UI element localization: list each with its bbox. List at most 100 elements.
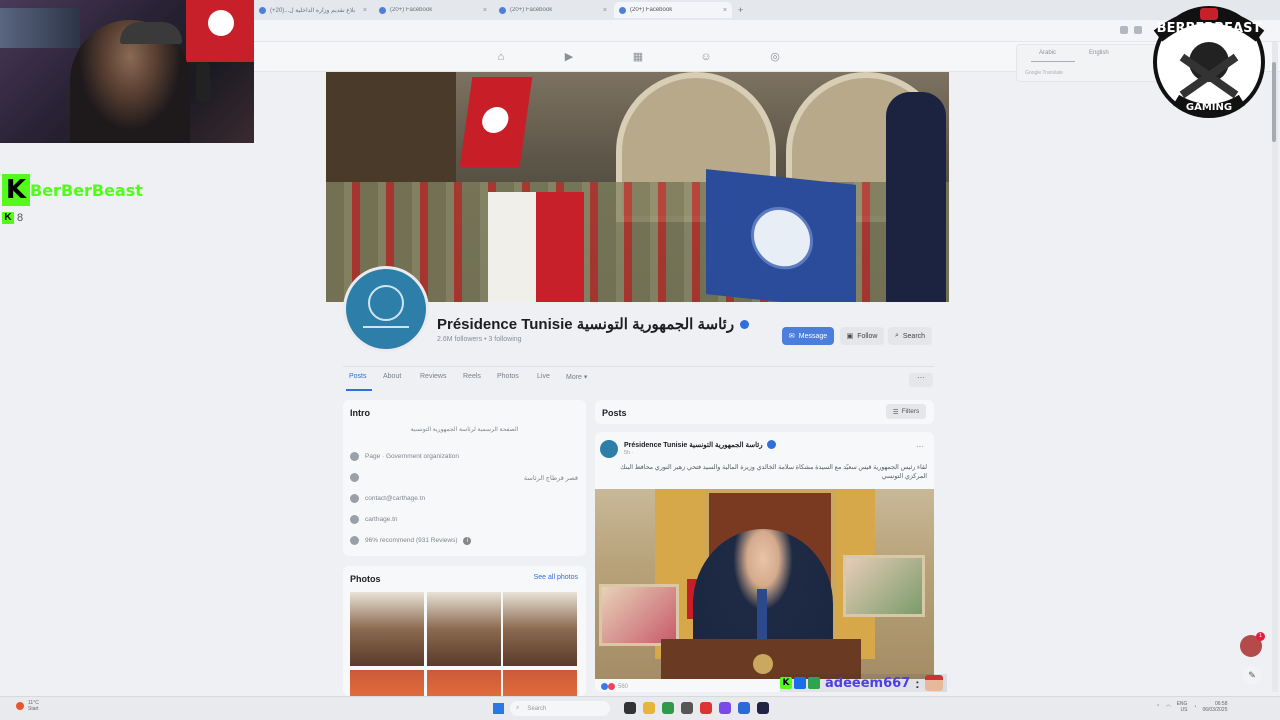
new-tab-button[interactable]: + (738, 5, 743, 15)
chrome-icon[interactable] (662, 702, 674, 714)
page-scrollbar[interactable] (1272, 42, 1278, 692)
sub-badge-icon (794, 677, 806, 689)
tab-live[interactable]: Live (537, 373, 550, 380)
app-icon[interactable] (738, 702, 750, 714)
chat-head-avatar[interactable]: 1 (1240, 632, 1265, 657)
profile-icon[interactable] (1134, 26, 1142, 34)
profile-avatar[interactable] (343, 266, 429, 352)
info-circle-icon[interactable]: i (463, 536, 472, 545)
browser-tab-4-active[interactable]: (20+) Facebook × (614, 2, 732, 18)
more-options-button[interactable]: ··· (909, 373, 933, 387)
facebook-icon (379, 6, 386, 14)
post-options-button[interactable]: ··· (916, 442, 924, 451)
clock[interactable]: 06:58 06/03/2025 (1202, 701, 1227, 713)
steam-icon[interactable] (757, 702, 769, 714)
cover-flag (459, 77, 533, 167)
close-tab-icon[interactable]: × (603, 7, 607, 14)
berberbeast-gaming-logo: BERBERBEAST GAMING (1153, 6, 1265, 118)
translate-arabic-option[interactable]: Arabic (1039, 50, 1056, 56)
viewer-count: K 8 (2, 212, 23, 224)
tab-reels[interactable]: Reels (463, 373, 481, 380)
close-tab-icon[interactable]: × (363, 7, 367, 14)
tab-more[interactable]: More ▾ (566, 373, 587, 381)
gaming-icon[interactable]: ◎ (768, 50, 782, 64)
home-icon[interactable]: ⌂ (494, 50, 508, 64)
tunisia-flag (186, 0, 254, 62)
kick-badge-icon: K (780, 677, 792, 689)
tab-posts[interactable]: Posts (349, 373, 367, 380)
photo-thumbnail[interactable] (427, 670, 501, 696)
search-button[interactable]: ⌕ Search (888, 327, 932, 345)
app-icon[interactable] (681, 702, 693, 714)
photo-thumbnail[interactable] (503, 670, 577, 696)
translate-english-option[interactable]: English (1089, 50, 1109, 56)
video-icon[interactable]: ▶ (562, 50, 576, 64)
weather-icon (16, 702, 24, 710)
new-message-button[interactable]: ✎ (1243, 666, 1261, 684)
kick-icon: K (2, 212, 14, 224)
terminal-app-icon[interactable] (624, 702, 636, 714)
emote-icon (924, 675, 943, 691)
browser-tab-3[interactable]: (20+) Facebook × (494, 2, 612, 18)
close-tab-icon[interactable]: × (723, 7, 727, 14)
extension-icon[interactable] (1120, 26, 1128, 34)
close-tab-icon[interactable]: × (483, 7, 487, 14)
windows-taskbar: 11°C Start ⌕ Search ⌃ ◠ ENG US ◔ 06:58 06/03… (0, 696, 1280, 720)
windows-start-icon[interactable] (493, 703, 504, 714)
svg-text:GAMING: GAMING (1186, 102, 1232, 113)
intro-rating[interactable]: 96% recommend (931 Reviews) i (350, 536, 578, 545)
browser-tab-1[interactable]: بلاغ تقديم وزارة الداخلية ل...(20+) × (254, 2, 372, 18)
post-reactions[interactable]: 560 (601, 683, 628, 690)
browser-tab-2[interactable]: (20+) Facebook × (374, 2, 492, 18)
post-image[interactable] (595, 489, 934, 679)
taskbar-apps (624, 702, 769, 714)
tab-about[interactable]: About (383, 373, 401, 380)
app-icon[interactable] (719, 702, 731, 714)
photo-thumbnail[interactable] (350, 670, 424, 696)
groups-icon[interactable]: ☺ (699, 50, 713, 64)
post-author[interactable]: Présidence Tunisie رئاسة الجمهورية التون… (624, 440, 776, 449)
intro-address[interactable]: قصر قرطاج الرئاسة (350, 473, 578, 482)
verified-badge-icon (766, 440, 776, 449)
network-icon[interactable]: ◠ (1166, 704, 1170, 710)
webcam-overlay (0, 0, 254, 143)
address-bar[interactable] (254, 20, 1280, 42)
weather-widget[interactable]: 11°C Start (16, 700, 39, 712)
tab-photos[interactable]: Photos (497, 373, 519, 380)
love-icon (608, 683, 615, 690)
page-title: Présidence Tunisie رئاسة الجمهورية التون… (437, 315, 750, 333)
like-icon (601, 683, 608, 690)
file-explorer-icon[interactable] (643, 702, 655, 714)
photo-thumbnail[interactable] (350, 592, 424, 666)
message-button[interactable]: ✉ Message (782, 327, 834, 345)
post-card: Présidence Tunisie رئاسة الجمهورية التون… (595, 432, 934, 692)
intro-title: Intro (350, 408, 370, 418)
stream-username-overlay: K BerBerBeast (2, 174, 143, 206)
intro-website[interactable]: carthage.tn (350, 515, 578, 524)
verified-badge-icon (740, 319, 750, 329)
kick-logo-icon: K (2, 174, 30, 206)
follow-button[interactable]: ▣ Follow (840, 327, 884, 345)
marketplace-icon[interactable]: ▦ (631, 50, 645, 64)
mail-icon (350, 494, 359, 503)
photo-thumbnail[interactable] (503, 592, 577, 666)
app-icon[interactable] (700, 702, 712, 714)
scrollbar-thumb[interactable] (1272, 62, 1276, 142)
facebook-icon (259, 6, 266, 14)
cover-photo[interactable] (326, 72, 949, 302)
intro-email[interactable]: contact@carthage.tn (350, 494, 578, 503)
wifi-icon[interactable]: ◔ (1193, 704, 1196, 710)
svg-text:BERBERBEAST: BERBERBEAST (1157, 21, 1262, 36)
chevron-up-icon[interactable]: ⌃ (1156, 704, 1160, 710)
photo-thumbnail[interactable] (427, 592, 501, 666)
see-all-photos-link[interactable]: See all photos (534, 574, 578, 581)
tab-reviews[interactable]: Reviews (420, 373, 446, 380)
post-author-avatar[interactable] (600, 440, 618, 458)
photos-title: Photos (350, 574, 381, 584)
post-timestamp[interactable]: 5h · (624, 450, 633, 456)
taskbar-search[interactable]: ⌕ Search (510, 701, 610, 716)
followers-count[interactable]: 2.6M followers • 3 following (437, 336, 522, 343)
translate-provider: Google Translate (1025, 70, 1064, 76)
translate-popup: Arabic English Google Translate (1016, 44, 1166, 82)
filters-button[interactable]: ☰ Filters (886, 404, 926, 419)
